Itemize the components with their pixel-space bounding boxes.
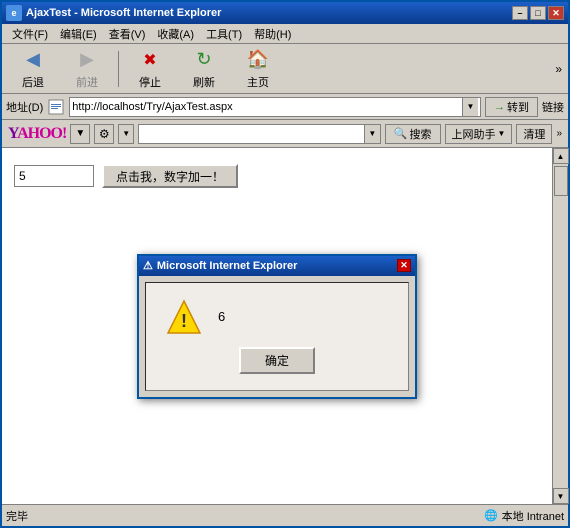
- minimize-button[interactable]: –: [512, 6, 528, 20]
- modal-dialog: ⚠ Microsoft Internet Explorer ✕ !: [137, 254, 417, 399]
- modal-title: Microsoft Internet Explorer: [157, 260, 298, 272]
- scrollbar-up-button[interactable]: ▲: [553, 148, 569, 164]
- yahoo-gear-dropdown[interactable]: ▼: [118, 124, 134, 144]
- toolbar-separator-1: [118, 51, 119, 87]
- yahoo-online-label: 上网助手: [452, 126, 496, 142]
- warning-flag: ⚠: [143, 259, 153, 272]
- status-zone: 🌐 本地 Intranet: [484, 508, 564, 524]
- address-label: 地址(D): [6, 99, 43, 115]
- scrollbar-thumb[interactable]: [554, 166, 568, 196]
- yahoo-menu-dropdown[interactable]: ▼: [70, 124, 90, 144]
- forward-label: 前进: [76, 74, 98, 90]
- status-text: 完毕: [6, 508, 484, 524]
- go-button[interactable]: → 转到: [485, 97, 538, 117]
- menu-bar: 文件(F) 编辑(E) 查看(V) 收藏(A) 工具(T) 帮助(H): [2, 24, 568, 44]
- yahoo-search-dropdown[interactable]: ▼: [364, 125, 380, 143]
- toolbar: ◀ 后退 ▶ 前进 ✖ 停止 ↻ 刷新 🏠 主页 »: [2, 44, 568, 94]
- links-button[interactable]: 链接: [542, 99, 564, 115]
- forward-icon: ▶: [75, 48, 99, 72]
- yahoo-gear-icon[interactable]: ⚙: [94, 124, 114, 144]
- search-icon: 🔍: [394, 127, 408, 140]
- toolbar-more[interactable]: »: [555, 62, 562, 76]
- modal-close-button[interactable]: ✕: [397, 259, 411, 272]
- modal-ok-label: 确定: [265, 354, 289, 368]
- input-row: 点击我，数字加一！: [14, 164, 540, 188]
- menu-tools[interactable]: 工具(T): [200, 24, 248, 44]
- home-label: 主页: [247, 74, 269, 90]
- address-input-wrap: ▼: [69, 97, 481, 117]
- status-bar: 完毕 🌐 本地 Intranet: [2, 504, 568, 526]
- refresh-button[interactable]: ↻ 刷新: [179, 45, 229, 93]
- maximize-button[interactable]: □: [530, 6, 546, 20]
- modal-ok-button[interactable]: 确定: [239, 347, 315, 374]
- yahoo-online-dropdown[interactable]: ▼: [498, 129, 506, 138]
- title-bar: e AjaxTest - Microsoft Internet Explorer…: [2, 2, 568, 24]
- menu-file[interactable]: 文件(F): [6, 24, 54, 44]
- home-icon: 🏠: [246, 48, 270, 72]
- yahoo-more[interactable]: »: [556, 128, 562, 139]
- yahoo-toolbar: YAHOO! ▼ ⚙ ▼ ▼ 🔍 搜索 上网助手 ▼ 清理 »: [2, 120, 568, 148]
- home-button[interactable]: 🏠 主页: [233, 45, 283, 93]
- ie-icon: e: [6, 5, 22, 21]
- content-area: 点击我，数字加一！ ⚠ Microsoft Internet Explorer …: [2, 148, 568, 504]
- modal-title-controls: ✕: [397, 259, 411, 272]
- yahoo-search-input[interactable]: [139, 128, 364, 140]
- back-icon: ◀: [21, 48, 45, 72]
- window-title: AjaxTest - Microsoft Internet Explorer: [26, 7, 221, 19]
- address-page-icon: [47, 98, 65, 116]
- modal-message: 6: [218, 309, 225, 324]
- yahoo-logo: YAHOO!: [8, 125, 66, 143]
- yahoo-clear-label: 清理: [523, 126, 545, 142]
- yahoo-search-label: 搜索: [410, 126, 432, 142]
- modal-body: ! 6 确定: [145, 282, 409, 391]
- increment-button[interactable]: 点击我，数字加一！: [102, 164, 238, 188]
- menu-edit[interactable]: 编辑(E): [54, 24, 103, 44]
- menu-help[interactable]: 帮助(H): [248, 24, 297, 44]
- refresh-label: 刷新: [193, 74, 215, 90]
- back-button[interactable]: ◀ 后退: [8, 45, 58, 93]
- modal-title-bar: ⚠ Microsoft Internet Explorer ✕: [139, 256, 415, 276]
- warning-icon: !: [166, 299, 202, 335]
- address-dropdown[interactable]: ▼: [462, 98, 478, 116]
- forward-button[interactable]: ▶ 前进: [62, 45, 112, 93]
- back-label: 后退: [22, 74, 44, 90]
- stop-button[interactable]: ✖ 停止: [125, 45, 175, 93]
- yahoo-online-button[interactable]: 上网助手 ▼: [445, 124, 513, 144]
- zone-text: 本地 Intranet: [502, 508, 564, 524]
- modal-overlay: ⚠ Microsoft Internet Explorer ✕ !: [2, 148, 552, 504]
- go-label: 转到: [507, 99, 529, 115]
- refresh-icon: ↻: [192, 48, 216, 72]
- stop-icon: ✖: [138, 48, 162, 72]
- modal-title-left: ⚠ Microsoft Internet Explorer: [143, 259, 297, 272]
- ie-window: e AjaxTest - Microsoft Internet Explorer…: [0, 0, 570, 528]
- address-bar: 地址(D) ▼ → 转到 链接: [2, 94, 568, 120]
- title-bar-left: e AjaxTest - Microsoft Internet Explorer: [6, 5, 221, 21]
- yahoo-search-box: ▼: [138, 124, 381, 144]
- yahoo-clear-button[interactable]: 清理: [516, 124, 552, 144]
- scrollbar-vertical: ▲ ▼: [552, 148, 568, 504]
- title-controls: – □ ✕: [512, 6, 564, 20]
- scrollbar-down-button[interactable]: ▼: [553, 488, 569, 504]
- increment-button-label: 点击我，数字加一！: [116, 170, 224, 184]
- close-button[interactable]: ✕: [548, 6, 564, 20]
- yahoo-search-button[interactable]: 🔍 搜索: [385, 124, 441, 144]
- zone-icon: 🌐: [484, 509, 498, 522]
- menu-view[interactable]: 查看(V): [103, 24, 152, 44]
- number-input[interactable]: [14, 165, 94, 187]
- page-content: 点击我，数字加一！ ⚠ Microsoft Internet Explorer …: [2, 148, 552, 504]
- address-input[interactable]: [72, 101, 462, 113]
- svg-text:!: !: [181, 311, 187, 331]
- stop-label: 停止: [139, 74, 161, 90]
- menu-favorites[interactable]: 收藏(A): [151, 24, 200, 44]
- modal-content-row: ! 6: [166, 299, 388, 335]
